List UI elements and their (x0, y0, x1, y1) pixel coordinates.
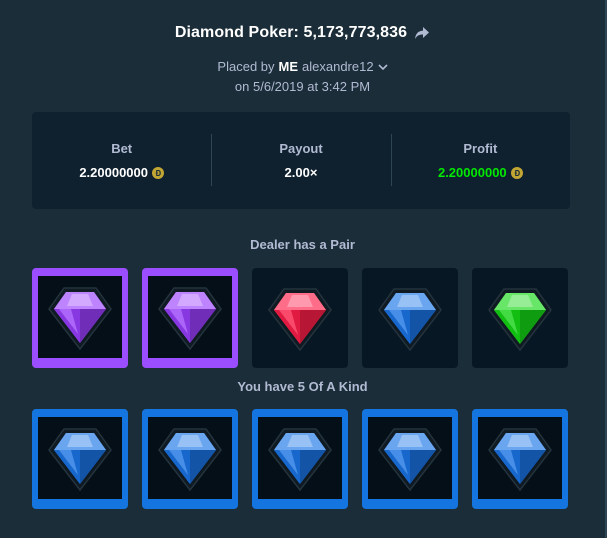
diamond-gem-icon (48, 428, 112, 492)
diamond-gem-icon (378, 428, 442, 492)
player-cards-row (32, 409, 568, 509)
gem-card (32, 268, 128, 368)
gem-card-face (148, 417, 232, 499)
gem-card (472, 409, 568, 509)
gem-card (362, 268, 458, 368)
gem-card (252, 409, 348, 509)
gem-card (32, 409, 128, 509)
diamond-gem-icon (268, 428, 332, 492)
dealer-cards-row (32, 268, 568, 368)
profit-value: 2.20000000 (437, 165, 507, 180)
payout-label: Payout (279, 141, 323, 156)
bet-stats-panel: Bet 2.20000000 Payout 2.00× Profit 2.200… (32, 112, 570, 209)
username-link[interactable]: alexandre12 (302, 59, 374, 74)
profit-stat: Profit 2.20000000 (390, 112, 570, 209)
gem-card-face (252, 268, 348, 368)
gem-card (142, 409, 238, 509)
gem-card-face (258, 417, 342, 499)
bet-header: Diamond Poker: 5,173,773,836 Placed by M… (0, 24, 605, 94)
gem-card (362, 409, 458, 509)
me-tag: ME (278, 59, 299, 74)
profit-amount: 2.20000000 (438, 165, 523, 180)
diamond-gem-icon (488, 288, 552, 352)
profit-label: Profit (463, 141, 498, 156)
bet-stat: Bet 2.20000000 (32, 112, 211, 209)
diamond-gem-icon (378, 288, 442, 352)
share-arrow-icon[interactable] (414, 26, 430, 40)
payout-value: 2.00× (284, 165, 318, 180)
diamond-gem-icon (268, 288, 332, 352)
gem-card (252, 268, 348, 368)
title-row: Diamond Poker: 5,173,773,836 (0, 24, 605, 42)
diamond-gem-icon (158, 428, 222, 492)
bet-value: 2.20000000 (79, 165, 148, 180)
gem-card-face (362, 268, 458, 368)
player-hand-title: You have 5 Of A Kind (237, 379, 368, 394)
bet-date: on 5/6/2019 at 3:42 PM (234, 79, 371, 94)
gem-card-face (368, 417, 452, 499)
placed-by-label: Placed by (217, 59, 275, 74)
dogecoin-icon (152, 166, 164, 179)
dealer-hand-title: Dealer has a Pair (250, 237, 355, 252)
diamond-gem-icon (48, 287, 112, 351)
diamond-gem-icon (158, 287, 222, 351)
placed-by-row: Placed by ME alexandre12 (0, 59, 605, 74)
payout-stat: Payout 2.00× (211, 112, 390, 209)
bet-amount: 2.20000000 (79, 165, 164, 180)
gem-card (472, 268, 568, 368)
chevron-down-icon[interactable] (378, 63, 388, 71)
gem-card (142, 268, 238, 368)
page-title: Diamond Poker: 5,173,773,836 (174, 24, 408, 41)
diamond-gem-icon (488, 428, 552, 492)
gem-card-face (148, 276, 232, 358)
gem-card-face (38, 417, 122, 499)
bet-label: Bet (111, 141, 133, 156)
gem-card-face (472, 268, 568, 368)
gem-card-face (478, 417, 562, 499)
dogecoin-icon (510, 166, 523, 179)
gem-card-face (38, 276, 122, 358)
